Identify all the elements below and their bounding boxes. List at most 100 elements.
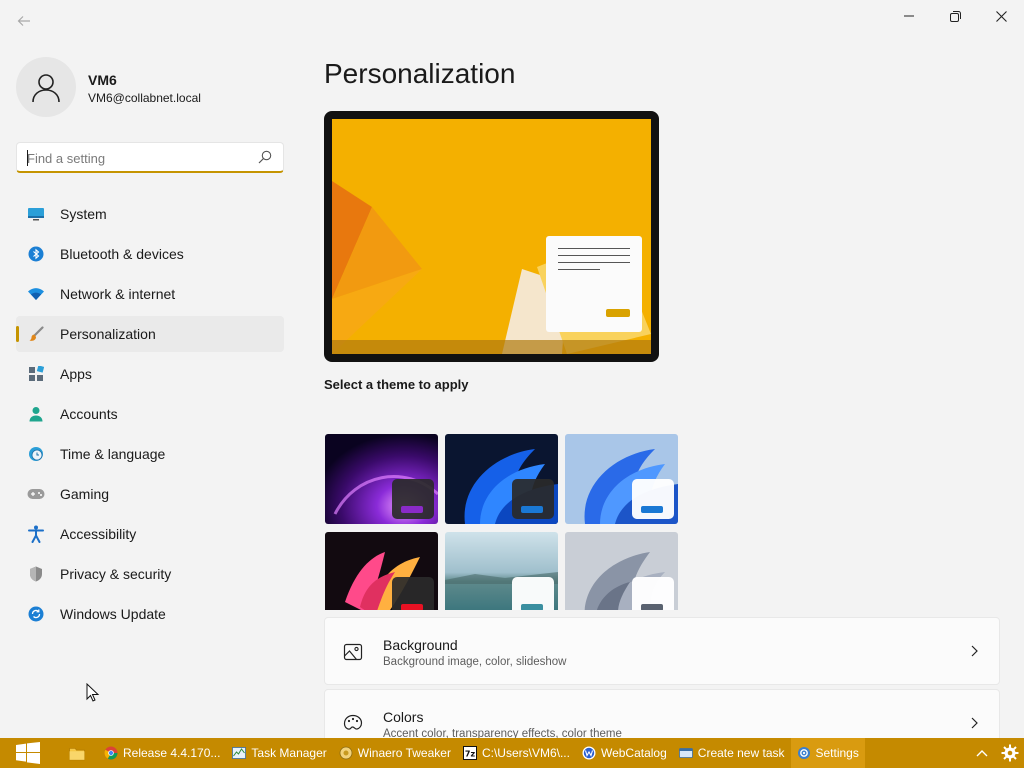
sidebar-item-windows-update[interactable]: Windows Update bbox=[16, 596, 284, 632]
theme-grid bbox=[325, 434, 685, 610]
sidebar-item-label: Accessibility bbox=[60, 526, 137, 542]
accessibility-icon bbox=[27, 525, 45, 543]
task-icon bbox=[678, 748, 693, 758]
user-name: VM6 bbox=[88, 72, 117, 88]
sidebar-item-label: System bbox=[60, 206, 107, 222]
active-indicator bbox=[16, 326, 19, 342]
winaero-icon bbox=[339, 746, 353, 760]
shield-icon bbox=[27, 565, 45, 583]
apps-icon bbox=[27, 365, 45, 383]
sidebar-item-label: Gaming bbox=[60, 486, 110, 502]
sidebar-item-time-language[interactable]: Time & language bbox=[16, 436, 284, 472]
card-title: Background bbox=[383, 637, 458, 653]
chevron-right-icon bbox=[971, 717, 978, 729]
gamepad-icon bbox=[27, 485, 45, 503]
search-input[interactable] bbox=[27, 148, 247, 168]
sidebar-item-label: Windows Update bbox=[60, 606, 166, 622]
taskbar-file-explorer[interactable] bbox=[56, 738, 98, 768]
taskbar-label: Task Manager bbox=[251, 746, 327, 760]
taskbar-task-manager[interactable]: Task Manager bbox=[226, 738, 332, 768]
preview-window bbox=[546, 236, 642, 332]
card-subtitle: Background image, color, slideshow bbox=[383, 656, 567, 668]
theme-tile[interactable] bbox=[565, 434, 678, 524]
sidebar-item-system[interactable]: System bbox=[16, 196, 284, 232]
task-manager-icon bbox=[232, 747, 247, 759]
taskbar-chrome-release[interactable]: Release 4.4.170... bbox=[98, 738, 226, 768]
taskbar: Release 4.4.170... Task Manager Winaero … bbox=[0, 738, 1024, 768]
monitor-icon bbox=[27, 205, 45, 223]
minimize-icon[interactable] bbox=[886, 0, 932, 32]
sidebar-item-label: Time & language bbox=[60, 446, 166, 462]
restore-icon[interactable] bbox=[932, 0, 978, 32]
brush-icon bbox=[27, 325, 45, 343]
theme-section-label: Select a theme to apply bbox=[324, 377, 469, 392]
person-icon bbox=[27, 405, 45, 423]
chevron-right-icon bbox=[971, 645, 978, 657]
settings-icon bbox=[797, 747, 810, 759]
sidebar-item-accounts[interactable]: Accounts bbox=[16, 396, 284, 432]
taskbar-label: Settings bbox=[815, 746, 859, 760]
sidebar-item-label: Apps bbox=[60, 366, 92, 382]
sidebar-item-label: Network & internet bbox=[60, 286, 176, 302]
sidebar-item-bluetooth[interactable]: Bluetooth & devices bbox=[16, 236, 284, 272]
image-icon bbox=[343, 643, 363, 661]
text-caret bbox=[27, 150, 28, 166]
clock-globe-icon bbox=[27, 445, 45, 463]
svg-text:7z: 7z bbox=[465, 750, 476, 759]
taskbar-label: WebCatalog bbox=[600, 746, 667, 760]
chevron-up-icon[interactable] bbox=[968, 738, 996, 768]
avatar[interactable] bbox=[16, 57, 76, 117]
palette-icon bbox=[343, 714, 363, 730]
sidebar-item-label: Privacy & security bbox=[60, 566, 172, 582]
windows-logo-icon bbox=[16, 742, 40, 764]
sidebar-nav: System Bluetooth & devices Network & int… bbox=[16, 196, 284, 636]
theme-tile[interactable] bbox=[325, 532, 438, 610]
taskbar-label: C:\Users\VM6\... bbox=[481, 746, 570, 760]
theme-tile[interactable] bbox=[445, 434, 558, 524]
start-button[interactable] bbox=[0, 738, 56, 768]
sidebar-item-privacy[interactable]: Privacy & security bbox=[16, 556, 284, 592]
chrome-icon bbox=[104, 746, 118, 760]
sidebar-item-gaming[interactable]: Gaming bbox=[16, 476, 284, 512]
close-icon[interactable] bbox=[978, 0, 1024, 32]
sidebar-item-accessibility[interactable]: Accessibility bbox=[16, 516, 284, 552]
sidebar-item-apps[interactable]: Apps bbox=[16, 356, 284, 392]
sidebar-item-label: Bluetooth & devices bbox=[60, 246, 184, 262]
card-title: Colors bbox=[383, 709, 424, 725]
taskbar-create-new-task[interactable]: Create new task bbox=[673, 738, 791, 768]
taskbar-label: Winaero Tweaker bbox=[357, 746, 451, 760]
sidebar-item-personalization[interactable]: Personalization bbox=[16, 316, 284, 352]
search-box[interactable] bbox=[16, 142, 284, 173]
theme-tile[interactable] bbox=[325, 434, 438, 524]
wifi-icon bbox=[27, 285, 45, 303]
sidebar-item-label: Accounts bbox=[60, 406, 118, 422]
7zip-icon: 7z bbox=[462, 746, 477, 760]
page-title: Personalization bbox=[324, 58, 516, 89]
preview-screen bbox=[332, 119, 651, 354]
theme-tile[interactable] bbox=[565, 532, 678, 610]
sidebar-item-network[interactable]: Network & internet bbox=[16, 276, 284, 312]
file-explorer-icon bbox=[69, 748, 85, 761]
taskbar-7zip-window[interactable]: 7z C:\Users\VM6\... bbox=[457, 738, 576, 768]
gear-icon[interactable] bbox=[996, 738, 1024, 768]
system-tray bbox=[968, 738, 1024, 768]
window-controls bbox=[886, 0, 1024, 32]
user-email: VM6@collabnet.local bbox=[88, 91, 201, 105]
settings-window: VM6 VM6@collabnet.local System Bluetooth… bbox=[0, 0, 1024, 757]
theme-preview bbox=[324, 111, 659, 362]
back-arrow-icon[interactable] bbox=[12, 12, 36, 36]
taskbar-label: Create new task bbox=[697, 746, 785, 760]
update-icon bbox=[27, 605, 45, 623]
webcatalog-icon bbox=[582, 746, 596, 760]
search-icon[interactable] bbox=[258, 150, 272, 164]
background-card[interactable]: Background Background image, color, slid… bbox=[324, 617, 1000, 685]
bluetooth-icon bbox=[27, 245, 45, 263]
person-icon bbox=[32, 74, 60, 103]
mouse-cursor-icon bbox=[86, 683, 100, 702]
theme-tile[interactable] bbox=[445, 532, 558, 610]
taskbar-webcatalog[interactable]: WebCatalog bbox=[576, 738, 673, 768]
taskbar-winaero-tweaker[interactable]: Winaero Tweaker bbox=[333, 738, 457, 768]
sidebar-item-label: Personalization bbox=[60, 326, 156, 342]
taskbar-label: Release 4.4.170... bbox=[123, 746, 221, 760]
taskbar-settings[interactable]: Settings bbox=[790, 738, 865, 768]
